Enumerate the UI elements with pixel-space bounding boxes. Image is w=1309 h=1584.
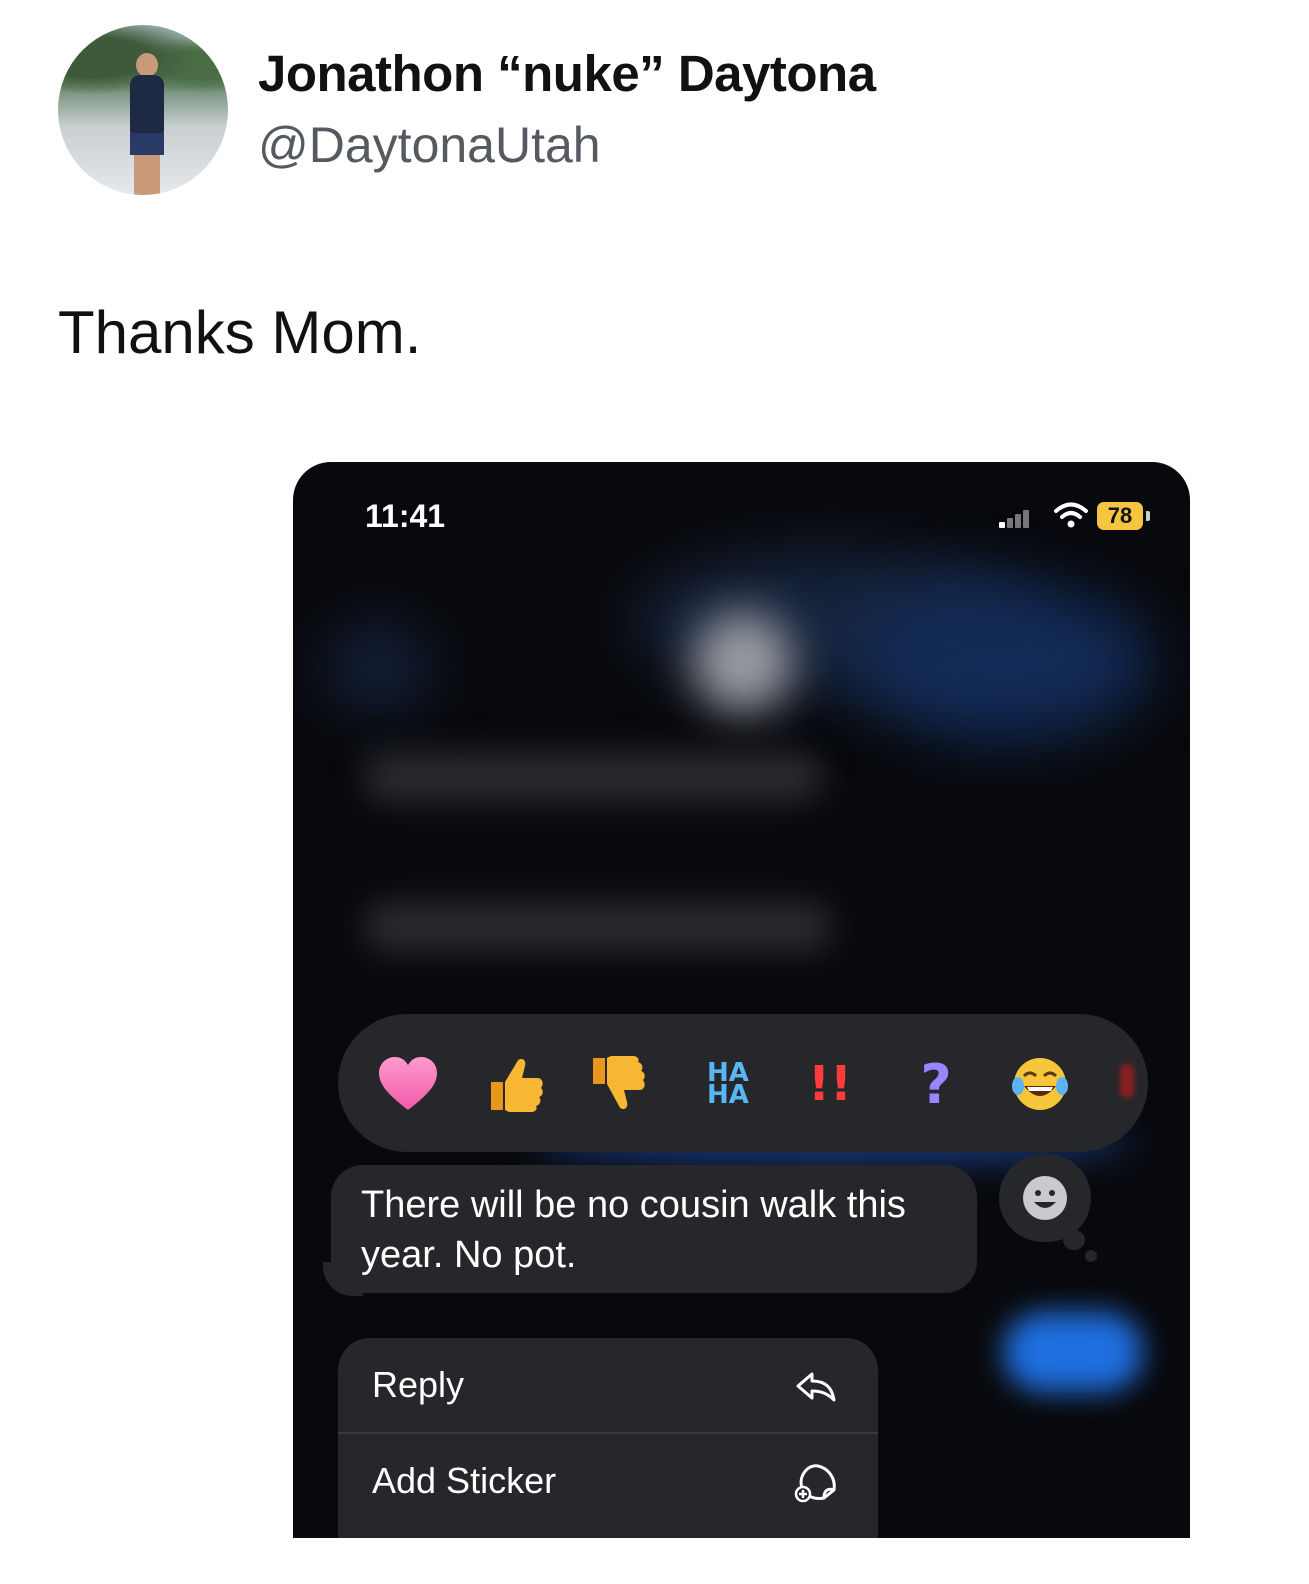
background-glow bbox=[323, 622, 433, 712]
avatar[interactable] bbox=[58, 25, 228, 195]
haha-icon: HA HA bbox=[707, 1058, 749, 1110]
heart-icon bbox=[379, 1057, 437, 1110]
reply-icon bbox=[796, 1372, 836, 1402]
sticker-bubble-dot bbox=[1085, 1250, 1097, 1262]
menu-item-label: Add Sticker bbox=[372, 1460, 557, 1501]
blurred-message bbox=[363, 752, 823, 802]
thumbs-up-reaction[interactable] bbox=[476, 1034, 556, 1134]
battery-indicator: 78 bbox=[1097, 502, 1143, 530]
laughing-emoji-reaction[interactable] bbox=[1000, 1034, 1080, 1134]
sticker-bubble-dot bbox=[1063, 1230, 1085, 1250]
thumbs-down-icon bbox=[593, 1056, 645, 1110]
status-time: 11:41 bbox=[365, 498, 446, 534]
question-icon: ? bbox=[920, 1052, 952, 1116]
add-sticker-icon bbox=[794, 1464, 836, 1503]
user-handle[interactable]: @DaytonaUtah bbox=[258, 116, 601, 174]
more-reactions-hint bbox=[1120, 1064, 1134, 1098]
heart-reaction[interactable] bbox=[368, 1034, 448, 1134]
background-glow bbox=[693, 612, 793, 712]
battery-nub bbox=[1146, 511, 1150, 521]
thumbs-down-reaction[interactable] bbox=[578, 1034, 658, 1134]
smiley-icon bbox=[1023, 1176, 1067, 1220]
message-text: There will be no cousin walk this year. … bbox=[361, 1184, 906, 1276]
avatar-person-legs bbox=[134, 155, 160, 195]
background-glow bbox=[853, 582, 1153, 742]
reaction-bar: HA HA !! ? bbox=[338, 1014, 1148, 1152]
wifi-icon bbox=[1054, 502, 1088, 528]
avatar-person-head bbox=[136, 53, 158, 77]
blurred-message bbox=[1003, 1312, 1143, 1392]
haha-reaction[interactable]: HA HA bbox=[688, 1034, 768, 1134]
tweet-text: Thanks Mom. bbox=[58, 299, 422, 366]
exclamation-icon: !! bbox=[808, 1056, 852, 1112]
question-reaction[interactable]: ? bbox=[896, 1034, 976, 1134]
avatar-person-shorts bbox=[130, 133, 164, 155]
signal-icon bbox=[999, 506, 1039, 528]
laughing-face-icon bbox=[1012, 1058, 1068, 1110]
menu-item-add-sticker[interactable]: Add Sticker bbox=[338, 1434, 878, 1528]
menu-item-reply[interactable]: Reply bbox=[338, 1338, 878, 1432]
avatar-person-torso bbox=[130, 75, 164, 135]
blurred-message bbox=[363, 902, 833, 952]
phone-screenshot: 11:41 78 HA HA !! ? There will be no cou… bbox=[293, 462, 1190, 1538]
menu-item-label: Reply bbox=[372, 1364, 465, 1405]
sticker-reaction-button[interactable] bbox=[999, 1154, 1091, 1242]
thumbs-up-icon bbox=[491, 1058, 543, 1112]
context-menu: Reply Add Sticker bbox=[338, 1338, 878, 1538]
exclamation-reaction[interactable]: !! bbox=[790, 1034, 870, 1134]
display-name[interactable]: Jonathon “nuke” Daytona bbox=[258, 44, 876, 103]
